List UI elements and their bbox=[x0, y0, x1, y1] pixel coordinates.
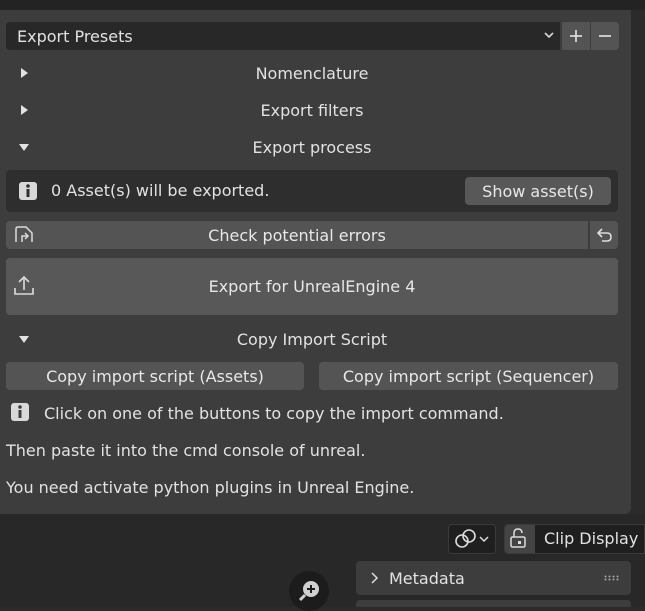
triangle-down-icon bbox=[19, 144, 29, 151]
copy-import-info: Click on one of the buttons to copy the … bbox=[6, 402, 618, 424]
next-panel-header bbox=[356, 600, 631, 607]
section-copy-import-label: Copy Import Script bbox=[236, 329, 388, 349]
link-dropdown-button[interactable] bbox=[448, 524, 496, 554]
info-icon bbox=[19, 182, 37, 200]
section-export-filters-label: Export filters bbox=[260, 100, 364, 120]
export-presets-dropdown[interactable]: Export Presets bbox=[6, 22, 560, 50]
check-errors-button[interactable]: Check potential errors bbox=[6, 221, 588, 249]
triangle-down-icon bbox=[19, 336, 29, 343]
section-export-filters[interactable]: Export filters bbox=[6, 95, 618, 125]
remove-preset-button[interactable] bbox=[591, 22, 619, 50]
python-plugin-note: You need activate python plugins in Unre… bbox=[6, 478, 415, 497]
triangle-right-icon bbox=[21, 105, 28, 115]
copy-import-assets-label: Copy import script (Assets) bbox=[46, 366, 264, 386]
chevron-right-icon bbox=[371, 572, 379, 584]
zoom-in-icon bbox=[298, 581, 319, 602]
top-strip bbox=[0, 0, 645, 10]
section-export-process-label: Export process bbox=[252, 137, 372, 157]
lock-toggle[interactable] bbox=[505, 525, 535, 553]
copy-import-info-text: Click on one of the buttons to copy the … bbox=[44, 404, 504, 423]
paste-instruction-text: Then paste it into the cmd console of un… bbox=[6, 441, 366, 460]
zoom-button[interactable] bbox=[289, 571, 329, 611]
copy-import-sequencer-label: Copy import script (Sequencer) bbox=[342, 366, 595, 386]
metadata-label: Metadata bbox=[389, 569, 465, 588]
minus-icon bbox=[599, 35, 611, 37]
copy-import-assets-button[interactable]: Copy import script (Assets) bbox=[6, 362, 304, 390]
export-presets-label: Export Presets bbox=[17, 26, 133, 46]
link-icon bbox=[455, 529, 489, 548]
triangle-right-icon bbox=[21, 68, 28, 78]
show-assets-button[interactable]: Show asset(s) bbox=[465, 177, 611, 205]
section-nomenclature[interactable]: Nomenclature bbox=[6, 58, 618, 88]
export-unreal-button[interactable]: Export for UnrealEngine 4 bbox=[6, 258, 618, 315]
assets-count-text: 0 Asset(s) will be exported. bbox=[51, 181, 270, 200]
corner-arrow-icon bbox=[15, 226, 33, 242]
upload-icon bbox=[14, 275, 34, 295]
copy-import-sequencer-button[interactable]: Copy import script (Sequencer) bbox=[319, 362, 618, 390]
metadata-panel-header[interactable]: Metadata bbox=[356, 561, 631, 595]
export-unreal-label: Export for UnrealEngine 4 bbox=[208, 277, 416, 296]
chevron-down-icon bbox=[544, 32, 554, 39]
section-export-process[interactable]: Export process bbox=[6, 132, 618, 162]
unlock-icon bbox=[510, 528, 526, 548]
undo-icon bbox=[596, 228, 612, 242]
info-icon bbox=[11, 403, 29, 421]
clip-display-label: Clip Display bbox=[544, 529, 639, 548]
show-assets-label: Show asset(s) bbox=[482, 181, 594, 201]
add-preset-button[interactable] bbox=[562, 22, 590, 50]
section-copy-import-script[interactable]: Copy Import Script bbox=[6, 324, 618, 354]
reset-check-button[interactable] bbox=[590, 221, 618, 249]
drag-grip-icon[interactable] bbox=[604, 575, 620, 581]
clip-display-toggle[interactable]: Clip Display bbox=[504, 524, 645, 554]
section-nomenclature-label: Nomenclature bbox=[255, 63, 369, 83]
check-errors-label: Check potential errors bbox=[208, 225, 386, 245]
plus-icon bbox=[570, 30, 582, 42]
